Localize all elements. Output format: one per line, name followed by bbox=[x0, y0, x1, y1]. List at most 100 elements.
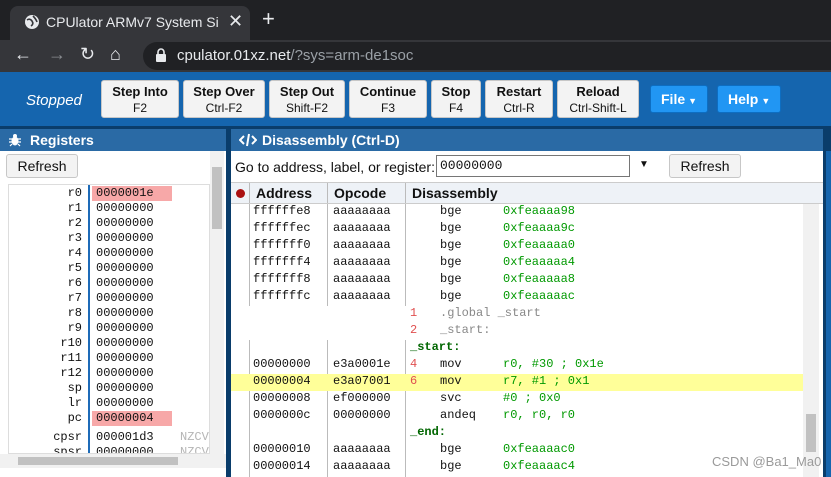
register-row-r10[interactable]: r10 00000000 bbox=[9, 336, 209, 351]
lock-icon[interactable] bbox=[155, 48, 167, 67]
instruction-mnemonic: bge bbox=[440, 272, 462, 286]
url-text[interactable]: cpulator.01xz.net/?sys=arm-de1soc bbox=[177, 47, 413, 64]
register-name: r1 bbox=[67, 201, 82, 215]
registers-panel-header[interactable]: Registers bbox=[0, 129, 226, 151]
register-row-lr[interactable]: lr 00000000 bbox=[9, 396, 209, 411]
goto-address-input[interactable]: 00000000 bbox=[436, 155, 630, 177]
register-value[interactable]: 00000004 bbox=[92, 411, 172, 426]
register-flags: NZCV bbox=[180, 430, 209, 444]
register-row-r11[interactable]: r11 00000000 bbox=[9, 351, 209, 366]
register-value[interactable]: 00000000 bbox=[92, 336, 172, 351]
chevron-down-icon[interactable]: ▼ bbox=[639, 159, 649, 170]
step-into-button[interactable]: Step Into F2 bbox=[101, 80, 179, 118]
register-value[interactable]: 00000000 bbox=[92, 201, 172, 216]
help-menu-button[interactable]: Help ▼ bbox=[717, 85, 781, 113]
reload-button[interactable]: Reload Ctrl-Shift-L bbox=[557, 80, 639, 118]
disassembly-row[interactable]: ffffffe8 aaaaaaaa bge 0xfeaaaa98 bbox=[231, 204, 803, 221]
restart-button[interactable]: Restart Ctrl-R bbox=[485, 80, 553, 118]
register-value[interactable]: 00000000 bbox=[92, 351, 172, 366]
scrollbar-thumb[interactable] bbox=[18, 457, 178, 465]
register-value[interactable]: 00000000 bbox=[92, 276, 172, 291]
disassembly-row[interactable]: 00000004 e3a07001 6 mov r7, #1 ; 0x1 bbox=[231, 374, 803, 391]
home-icon[interactable]: ⌂ bbox=[110, 44, 121, 65]
instruction-operands: 0xfeaaaaa0 bbox=[503, 238, 576, 252]
disassembly-panel-header[interactable]: Disassembly (Ctrl-D) bbox=[231, 129, 823, 151]
instruction-operands: r0, #30 ; 0x1e bbox=[503, 357, 604, 371]
disassembly-row[interactable]: fffffff0 aaaaaaaa bge 0xfeaaaaa0 bbox=[231, 238, 803, 255]
register-row-r1[interactable]: r1 00000000 bbox=[9, 201, 209, 216]
disassembly-row[interactable]: 00000008 ef000000 svc #0 ; 0x0 bbox=[231, 391, 803, 408]
registers-horizontal-scrollbar[interactable] bbox=[0, 454, 226, 468]
scrollbar-thumb[interactable] bbox=[806, 414, 816, 452]
instruction-address: fffffff4 bbox=[253, 255, 311, 269]
register-value[interactable]: 0000001e bbox=[92, 186, 172, 201]
registers-panel: Refresh r0 0000001e r1 00000000 r2 00000000 r3… bbox=[0, 151, 226, 477]
register-row-sp[interactable]: sp 00000000 bbox=[9, 381, 209, 396]
register-row-r6[interactable]: r6 00000000 bbox=[9, 276, 209, 291]
register-value[interactable]: 00000000 bbox=[92, 366, 172, 381]
browser-tab[interactable]: CPUlator ARMv7 System Simul ✕ bbox=[10, 6, 250, 40]
register-row-pc[interactable]: pc 00000004 bbox=[9, 411, 209, 426]
disassembly-row[interactable]: fffffffc aaaaaaaa bge 0xfeaaaaac bbox=[231, 289, 803, 306]
disassembly-label-row[interactable]: _start: bbox=[231, 340, 803, 357]
source-line-row[interactable]: 1 .global _start bbox=[231, 306, 803, 323]
instruction-mnemonic: bge bbox=[440, 289, 462, 303]
register-value[interactable]: 00000000 bbox=[92, 291, 172, 306]
source-line-number: 2 bbox=[410, 323, 418, 337]
continue-button[interactable]: Continue F3 bbox=[349, 80, 427, 118]
disassembly-row[interactable]: 00000000 e3a0001e 4 mov r0, #30 ; 0x1e bbox=[231, 357, 803, 374]
address-bar[interactable]: cpulator.01xz.net/?sys=arm-de1soc bbox=[143, 42, 831, 70]
register-value[interactable]: 00000000 bbox=[92, 445, 172, 453]
back-icon[interactable]: ← bbox=[14, 44, 32, 65]
tab-close-icon[interactable]: ✕ bbox=[228, 11, 243, 32]
new-tab-icon[interactable]: + bbox=[262, 6, 275, 32]
disassembly-row[interactable]: fffffff8 aaaaaaaa bge 0xfeaaaaa8 bbox=[231, 272, 803, 289]
source-line-row[interactable]: 2 _start: bbox=[231, 323, 803, 340]
register-value[interactable]: 000001d3 bbox=[92, 430, 172, 445]
scrollbar-thumb[interactable] bbox=[212, 167, 222, 229]
register-row-r5[interactable]: r5 00000000 bbox=[9, 261, 209, 276]
instruction-operands: 0xfeaaaac0 bbox=[503, 442, 576, 456]
disassembly-row[interactable]: ffffffec aaaaaaaa bge 0xfeaaaa9c bbox=[231, 221, 803, 238]
register-value[interactable]: 00000000 bbox=[92, 246, 172, 261]
disassembly-row[interactable]: 0000000c 00000000 andeq r0, r0, r0 bbox=[231, 408, 803, 425]
register-value[interactable]: 00000000 bbox=[92, 216, 172, 231]
registers-vertical-scrollbar[interactable] bbox=[210, 151, 224, 454]
register-value[interactable]: 00000000 bbox=[92, 396, 172, 411]
register-row-r0[interactable]: r0 0000001e bbox=[9, 186, 209, 201]
step-out-button[interactable]: Step Out Shift-F2 bbox=[269, 80, 345, 118]
register-value[interactable]: 00000000 bbox=[92, 381, 172, 396]
disassembly-row[interactable]: fffffff4 aaaaaaaa bge 0xfeaaaaa4 bbox=[231, 255, 803, 272]
register-row-r7[interactable]: r7 00000000 bbox=[9, 291, 209, 306]
forward-icon[interactable]: → bbox=[48, 44, 66, 65]
instruction-mnemonic: bge bbox=[440, 459, 462, 473]
registers-refresh-button[interactable]: Refresh bbox=[6, 154, 78, 178]
refresh-icon[interactable]: ↻ bbox=[80, 44, 95, 65]
register-value[interactable]: 00000000 bbox=[92, 306, 172, 321]
register-row-r8[interactable]: r8 00000000 bbox=[9, 306, 209, 321]
register-row-r3[interactable]: r3 00000000 bbox=[9, 231, 209, 246]
register-value[interactable]: 00000000 bbox=[92, 231, 172, 246]
register-row-r12[interactable]: r12 00000000 bbox=[9, 366, 209, 381]
instruction-mnemonic: bge bbox=[440, 221, 462, 235]
disassembly-refresh-button[interactable]: Refresh bbox=[669, 154, 741, 178]
disassembly-panel: Go to address, label, or register: 00000… bbox=[231, 151, 823, 477]
register-value[interactable]: 00000000 bbox=[92, 321, 172, 336]
register-row-spsr[interactable]: spsr 00000000 NZCV bbox=[9, 445, 209, 453]
step-over-button[interactable]: Step Over Ctrl-F2 bbox=[183, 80, 265, 118]
register-row-r4[interactable]: r4 00000000 bbox=[9, 246, 209, 261]
column-divider bbox=[327, 183, 328, 203]
disassembly-label-row[interactable]: _end: bbox=[231, 425, 803, 442]
register-row-r9[interactable]: r9 00000000 bbox=[9, 321, 209, 336]
stop-button[interactable]: Stop F4 bbox=[431, 80, 481, 118]
file-menu-button[interactable]: File ▼ bbox=[650, 85, 708, 113]
code-icon bbox=[238, 132, 258, 148]
instruction-opcode: e3a0001e bbox=[333, 357, 391, 371]
instruction-operands: 0xfeaaaac4 bbox=[503, 459, 576, 473]
register-value[interactable]: 00000000 bbox=[92, 261, 172, 276]
instruction-operands: r7, #1 ; 0x1 bbox=[503, 374, 590, 388]
disassembly-scrollbar[interactable] bbox=[803, 204, 819, 477]
instruction-operands: 0xfeaaaaac bbox=[503, 289, 576, 303]
register-row-r2[interactable]: r2 00000000 bbox=[9, 216, 209, 231]
register-row-cpsr[interactable]: cpsr 000001d3 NZCV bbox=[9, 430, 209, 445]
